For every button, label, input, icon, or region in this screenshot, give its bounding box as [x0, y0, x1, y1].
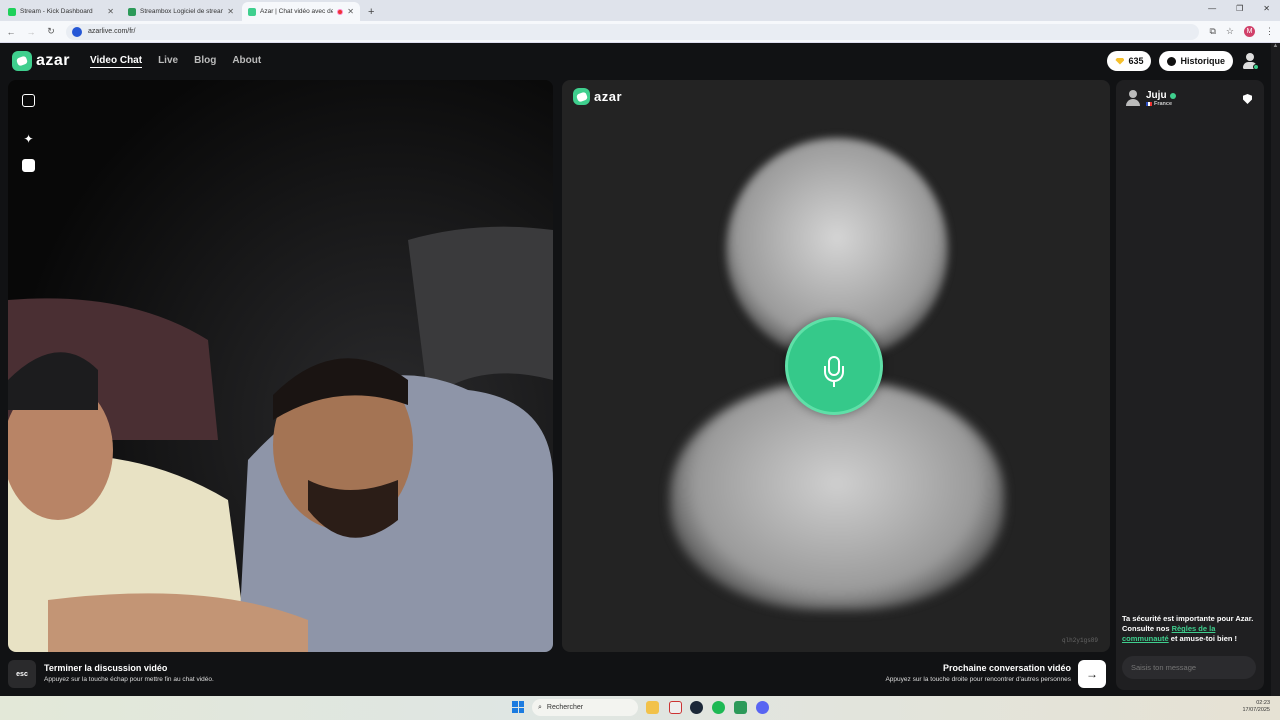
taskbar-clock[interactable]: 02:23 17/07/2025: [1242, 700, 1270, 715]
header-actions: 635 Historique: [1107, 51, 1259, 71]
azar-site: azar Video Chat Live Blog About 635 Hist…: [0, 43, 1271, 696]
bookmark-star-icon[interactable]: ☆: [1226, 26, 1234, 37]
close-window-icon[interactable]: ✕: [1263, 4, 1270, 13]
tab-close-icon[interactable]: ✕: [107, 7, 114, 16]
history-button[interactable]: Historique: [1159, 51, 1233, 71]
end-chat-hint: Appuyez sur la touche échap pour mettre …: [44, 676, 214, 683]
end-chat-title: Terminer la discussion vidéo: [44, 663, 168, 673]
safety-notice: Ta sécurité est importante pour Azar. Co…: [1122, 614, 1254, 644]
main-nav: Video Chat Live Blog About: [90, 55, 261, 68]
streambox-favicon-icon: [128, 7, 136, 16]
spotify-icon[interactable]: [712, 701, 725, 714]
peer-avatar-icon: [1126, 90, 1140, 106]
browser-tab-kick[interactable]: Stream - Kick Dashboard ✕: [2, 2, 120, 21]
steam-icon[interactable]: [690, 701, 703, 714]
azar-logo-icon: [573, 88, 590, 105]
face-filter-icon[interactable]: [22, 159, 35, 172]
url-text: azarlive.com/fr/: [88, 28, 136, 35]
forward-arrow-icon[interactable]: →: [26, 27, 36, 37]
windows-taskbar: ⌕ Rechercher 02:23 17/07/2025: [0, 696, 1280, 720]
taskbar-search[interactable]: ⌕ Rechercher: [532, 699, 638, 716]
browser-tab-streambox[interactable]: Streambox Logiciel de stream ✕: [122, 2, 240, 21]
peer-info: Juju France: [1126, 90, 1176, 107]
url-bar[interactable]: azarlive.com/fr/: [66, 23, 1200, 40]
azar-logo[interactable]: azar: [12, 51, 70, 71]
remote-azar-logo: azar: [573, 88, 622, 105]
browser-tab-azar[interactable]: Azar | Chat vidéo avec de n ✕: [242, 2, 360, 21]
kick-favicon-icon: [8, 7, 16, 16]
browser-profile-avatar[interactable]: M: [1244, 26, 1255, 37]
next-chat-hint: Appuyez sur la touche droite pour rencon…: [885, 676, 1071, 683]
streambox-icon[interactable]: [734, 701, 747, 714]
microphone-icon: [824, 356, 844, 387]
message-input[interactable]: [1122, 656, 1256, 679]
back-arrow-icon[interactable]: ←: [6, 27, 16, 37]
gem-icon: [1115, 57, 1125, 65]
chat-panel: Juju France Ta sécurité est importante p…: [1116, 80, 1264, 690]
site-info-icon[interactable]: [72, 26, 82, 37]
minimize-icon[interactable]: —: [1208, 4, 1216, 13]
restore-icon[interactable]: ❐: [1236, 4, 1243, 13]
france-flag-icon: [1146, 102, 1152, 106]
gems-button[interactable]: 635: [1107, 51, 1152, 71]
peer-name: Juju: [1146, 90, 1167, 101]
search-icon: ⌕: [538, 703, 542, 711]
next-chat-title: Prochaine conversation vidéo: [942, 663, 1071, 673]
tab-close-icon[interactable]: ✕: [227, 7, 234, 16]
windows-start-icon[interactable]: [512, 701, 524, 713]
new-tab-button[interactable]: +: [368, 6, 374, 18]
file-explorer-icon[interactable]: [646, 701, 659, 714]
scroll-up-icon[interactable]: ▲: [1271, 43, 1280, 49]
local-camera-view: ✦: [8, 80, 553, 652]
online-status-icon: [1253, 64, 1259, 70]
esc-key-badge[interactable]: esc: [8, 660, 36, 688]
window-controls: — ❐ ✕: [1208, 4, 1270, 13]
gems-count: 635: [1128, 56, 1144, 66]
browser-menu-icon[interactable]: ⋮: [1265, 26, 1274, 37]
verified-icon: [1169, 92, 1176, 99]
azar-logo-icon: [12, 51, 32, 71]
user-avatar[interactable]: [1241, 52, 1259, 70]
history-label: Historique: [1180, 56, 1225, 66]
address-toolbar: ← → ↻ azarlive.com/fr/ ⧉ ☆ M ⋮: [0, 21, 1280, 43]
reload-icon[interactable]: ↻: [46, 26, 56, 37]
tab-close-icon[interactable]: ✕: [347, 7, 354, 16]
nav-blog[interactable]: Blog: [194, 55, 216, 68]
expand-icon[interactable]: [22, 94, 35, 107]
report-shield-icon[interactable]: [1243, 94, 1252, 104]
install-app-icon[interactable]: ⧉: [1209, 26, 1215, 37]
camera-feed-image: [8, 80, 553, 652]
remote-video-view: azar qlh2y1gs89: [562, 80, 1110, 652]
site-header: azar Video Chat Live Blog About 635 Hist…: [0, 43, 1271, 79]
page-scrollbar[interactable]: ▲: [1271, 43, 1280, 696]
recording-indicator-icon: [337, 8, 344, 15]
nav-about[interactable]: About: [232, 55, 261, 68]
effects-sparkle-icon[interactable]: ✦: [22, 133, 35, 146]
peer-country: France: [1154, 101, 1173, 107]
azar-favicon-icon: [248, 7, 256, 16]
nav-live[interactable]: Live: [158, 55, 178, 68]
app-notification-icon[interactable]: [669, 701, 682, 714]
browser-tab-strip: Stream - Kick Dashboard ✕ Streambox Logi…: [0, 0, 1280, 21]
microphone-button[interactable]: [785, 317, 883, 415]
next-chat-button[interactable]: →: [1078, 660, 1106, 688]
nav-video-chat[interactable]: Video Chat: [90, 55, 143, 68]
discord-icon[interactable]: [756, 701, 769, 714]
session-id: qlh2y1gs89: [1061, 637, 1098, 644]
clock-icon: [1167, 56, 1177, 66]
